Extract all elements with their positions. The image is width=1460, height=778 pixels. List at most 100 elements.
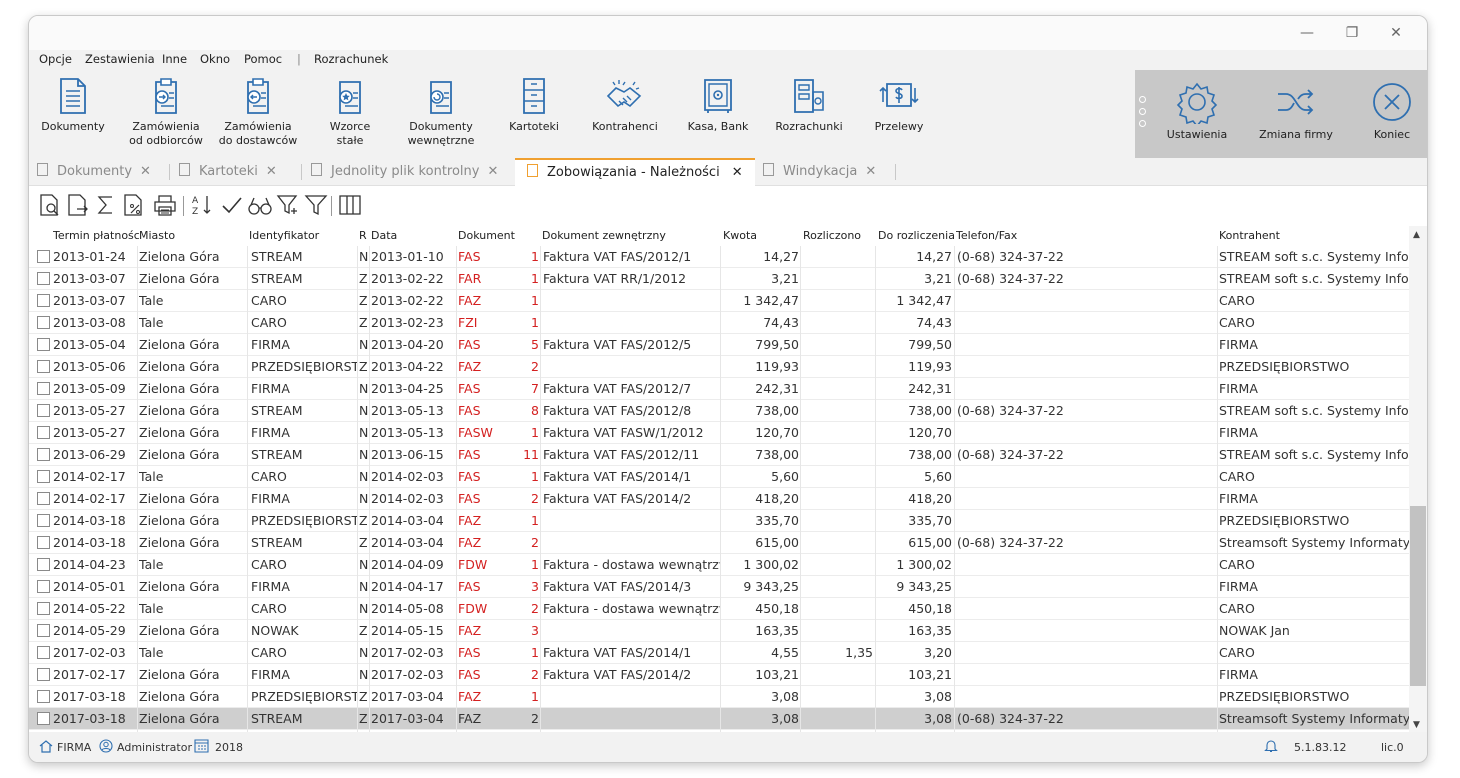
row-checkbox[interactable]: [37, 316, 50, 329]
binoculars-icon[interactable]: [247, 192, 273, 218]
table-row[interactable]: 2014-02-17 Zielona Góra FIRMA N 2014-02-03 FA…: [29, 488, 1409, 510]
ribbon-ustawienia[interactable]: Ustawienia: [1159, 80, 1235, 142]
table-row[interactable]: 2013-05-04 Zielona Góra FIRMA N 2013-04-20 FA…: [29, 334, 1409, 356]
ribbon-rozrachunki[interactable]: Rozrachunki: [771, 76, 847, 134]
export-icon[interactable]: [65, 192, 91, 218]
status-year[interactable]: 2018: [215, 741, 243, 754]
table-row[interactable]: 2014-03-18 Zielona Góra STREAM Z 2014-03-04 F…: [29, 532, 1409, 554]
ribbon-dokumenty-wewnetrzne[interactable]: Dokumenty wewnętrzne: [399, 76, 483, 148]
scroll-thumb[interactable]: [1410, 506, 1426, 686]
col-kwota[interactable]: Kwota: [723, 229, 799, 242]
row-checkbox[interactable]: [37, 712, 50, 725]
table-row[interactable]: 2017-03-18Zielona GóraPRZEDSIĘBIORSTWOZ2…: [29, 686, 1409, 708]
row-checkbox[interactable]: [37, 272, 50, 285]
table-row[interactable]: 2013-03-08 Tale CARO Z 2013-02-23 FZI 1 74,43 74…: [29, 312, 1409, 334]
row-checkbox[interactable]: [37, 668, 50, 681]
tab-zobowiazania-naleznosci[interactable]: Zobowiązania - Należności ✕: [515, 158, 755, 186]
filter-icon[interactable]: [303, 192, 329, 218]
col-do-rozliczenia[interactable]: Do rozliczenia: [878, 229, 954, 242]
status-company[interactable]: FIRMA: [57, 741, 91, 754]
col-rozliczono[interactable]: Rozliczono: [803, 229, 877, 242]
row-checkbox[interactable]: [37, 404, 50, 417]
col-miasto[interactable]: Miasto: [139, 229, 249, 242]
menu-okno[interactable]: Okno: [200, 52, 230, 66]
preview-icon[interactable]: [37, 192, 63, 218]
ribbon-kontrahenci[interactable]: Kontrahenci: [587, 76, 663, 134]
row-checkbox[interactable]: [37, 250, 50, 263]
ribbon-kasa-bank[interactable]: Kasa, Bank: [683, 76, 753, 134]
col-telefon[interactable]: Telefon/Fax: [956, 229, 1216, 242]
row-checkbox[interactable]: [37, 426, 50, 439]
col-termin[interactable]: Termin płatności: [53, 229, 139, 242]
check-icon[interactable]: [219, 192, 245, 218]
col-dokument[interactable]: Dokument: [458, 229, 538, 242]
col-kontrahent[interactable]: Kontrahent: [1219, 229, 1409, 242]
row-checkbox[interactable]: [37, 558, 50, 571]
minimize-button[interactable]: —: [1293, 23, 1321, 43]
col-data[interactable]: Data: [371, 229, 455, 242]
row-checkbox[interactable]: [37, 602, 50, 615]
scroll-down-icon[interactable]: ▼: [1413, 720, 1420, 730]
table-row[interactable]: 2017-03-18 Zielona Góra STREAM Z 2017-03-04 F…: [29, 708, 1409, 730]
ribbon-zamowienia-dostawcow[interactable]: Zamówienia do dostawców: [217, 76, 299, 148]
restore-button[interactable]: ❐: [1338, 23, 1366, 43]
menu-inne[interactable]: Inne: [162, 52, 187, 66]
row-checkbox[interactable]: [37, 580, 50, 593]
sum-icon[interactable]: [93, 192, 119, 218]
col-dokument-zewnetrzny[interactable]: Dokument zewnętrzny: [542, 229, 720, 242]
table-row[interactable]: 2013-06-29 Zielona Góra STREAM N 2013-06-15 F…: [29, 444, 1409, 466]
row-checkbox[interactable]: [37, 448, 50, 461]
tab-close-icon[interactable]: ✕: [865, 164, 876, 179]
ribbon-grip[interactable]: [1139, 96, 1147, 132]
row-checkbox[interactable]: [37, 360, 50, 373]
status-user[interactable]: Administrator: [117, 741, 192, 754]
table-row[interactable]: 2013-05-06Zielona GóraPRZEDSIĘBIORSTWOZ2…: [29, 356, 1409, 378]
ribbon-kartoteki[interactable]: Kartoteki: [501, 76, 567, 134]
row-checkbox[interactable]: [37, 624, 50, 637]
tab-close-icon[interactable]: ✕: [140, 164, 151, 179]
ribbon-wzorce[interactable]: Wzorce stałe: [317, 76, 383, 148]
table-row[interactable]: 2013-05-09 Zielona Góra FIRMA N 2013-04-25 FA…: [29, 378, 1409, 400]
row-checkbox[interactable]: [37, 492, 50, 505]
row-checkbox[interactable]: [37, 382, 50, 395]
table-row[interactable]: 2014-03-18Zielona GóraPRZEDSIĘBIORSTWOZ2…: [29, 510, 1409, 532]
table-row[interactable]: 2014-05-22 Tale CARO N 2014-05-08 FDW 2 Faktura…: [29, 598, 1409, 620]
bell-icon[interactable]: [1264, 738, 1278, 753]
sort-az-icon[interactable]: AZ: [189, 192, 215, 218]
columns-icon[interactable]: [337, 192, 363, 218]
table-row[interactable]: 2014-05-29 Zielona Góra NOWAK Z 2014-05-15 FA…: [29, 620, 1409, 642]
print-icon[interactable]: [151, 192, 179, 218]
table-row[interactable]: 2013-05-27 Zielona Góra STREAM N 2013-05-13 F…: [29, 400, 1409, 422]
row-checkbox[interactable]: [37, 514, 50, 527]
vertical-scrollbar[interactable]: ▲ ▼: [1409, 226, 1427, 732]
close-window-button[interactable]: ✕: [1382, 23, 1410, 43]
table-row[interactable]: 2013-01-24 Zielona Góra STREAM N 2013-01-10 F…: [29, 246, 1409, 268]
row-checkbox[interactable]: [37, 294, 50, 307]
percent-doc-icon[interactable]: [121, 192, 147, 218]
menu-opcje[interactable]: Opcje: [39, 52, 72, 66]
tab-close-icon[interactable]: ✕: [732, 165, 743, 180]
tab-windykacja[interactable]: Windykacja ✕: [763, 158, 876, 185]
menu-rozrachunek[interactable]: Rozrachunek: [314, 52, 388, 66]
table-row[interactable]: 2013-03-07 Zielona Góra STREAM Z 2013-02-22 F…: [29, 268, 1409, 290]
filter-plus-icon[interactable]: [275, 192, 301, 218]
table-row[interactable]: 2013-03-07 Tale CARO Z 2013-02-22 FAZ 1 1 342,4…: [29, 290, 1409, 312]
table-row[interactable]: 2017-02-17 Zielona Góra FIRMA N 2017-02-03 FA…: [29, 664, 1409, 686]
ribbon-zmiana-firmy[interactable]: Zmiana firmy: [1253, 80, 1339, 142]
col-identyfikator[interactable]: Identyfikator: [249, 229, 357, 242]
scroll-up-icon[interactable]: ▲: [1413, 230, 1420, 240]
tab-kartoteki[interactable]: Kartoteki ✕: [179, 158, 277, 185]
row-checkbox[interactable]: [37, 470, 50, 483]
table-row[interactable]: 2013-05-27 Zielona Góra FIRMA N 2013-05-13 FA…: [29, 422, 1409, 444]
tab-jpk[interactable]: Jednolity plik kontrolny ✕: [311, 158, 498, 185]
row-checkbox[interactable]: [37, 646, 50, 659]
row-checkbox[interactable]: [37, 690, 50, 703]
ribbon-koniec[interactable]: Koniec: [1361, 80, 1423, 142]
ribbon-zamowienia-odbiorcow[interactable]: Zamówienia od odbiorców: [125, 76, 207, 148]
tab-close-icon[interactable]: ✕: [266, 164, 277, 179]
row-checkbox[interactable]: [37, 536, 50, 549]
menu-pomoc[interactable]: Pomoc: [244, 52, 282, 66]
row-checkbox[interactable]: [37, 338, 50, 351]
tab-close-icon[interactable]: ✕: [487, 164, 498, 179]
table-row[interactable]: 2014-04-23 Tale CARO N 2014-04-09 FDW 1 Faktura…: [29, 554, 1409, 576]
